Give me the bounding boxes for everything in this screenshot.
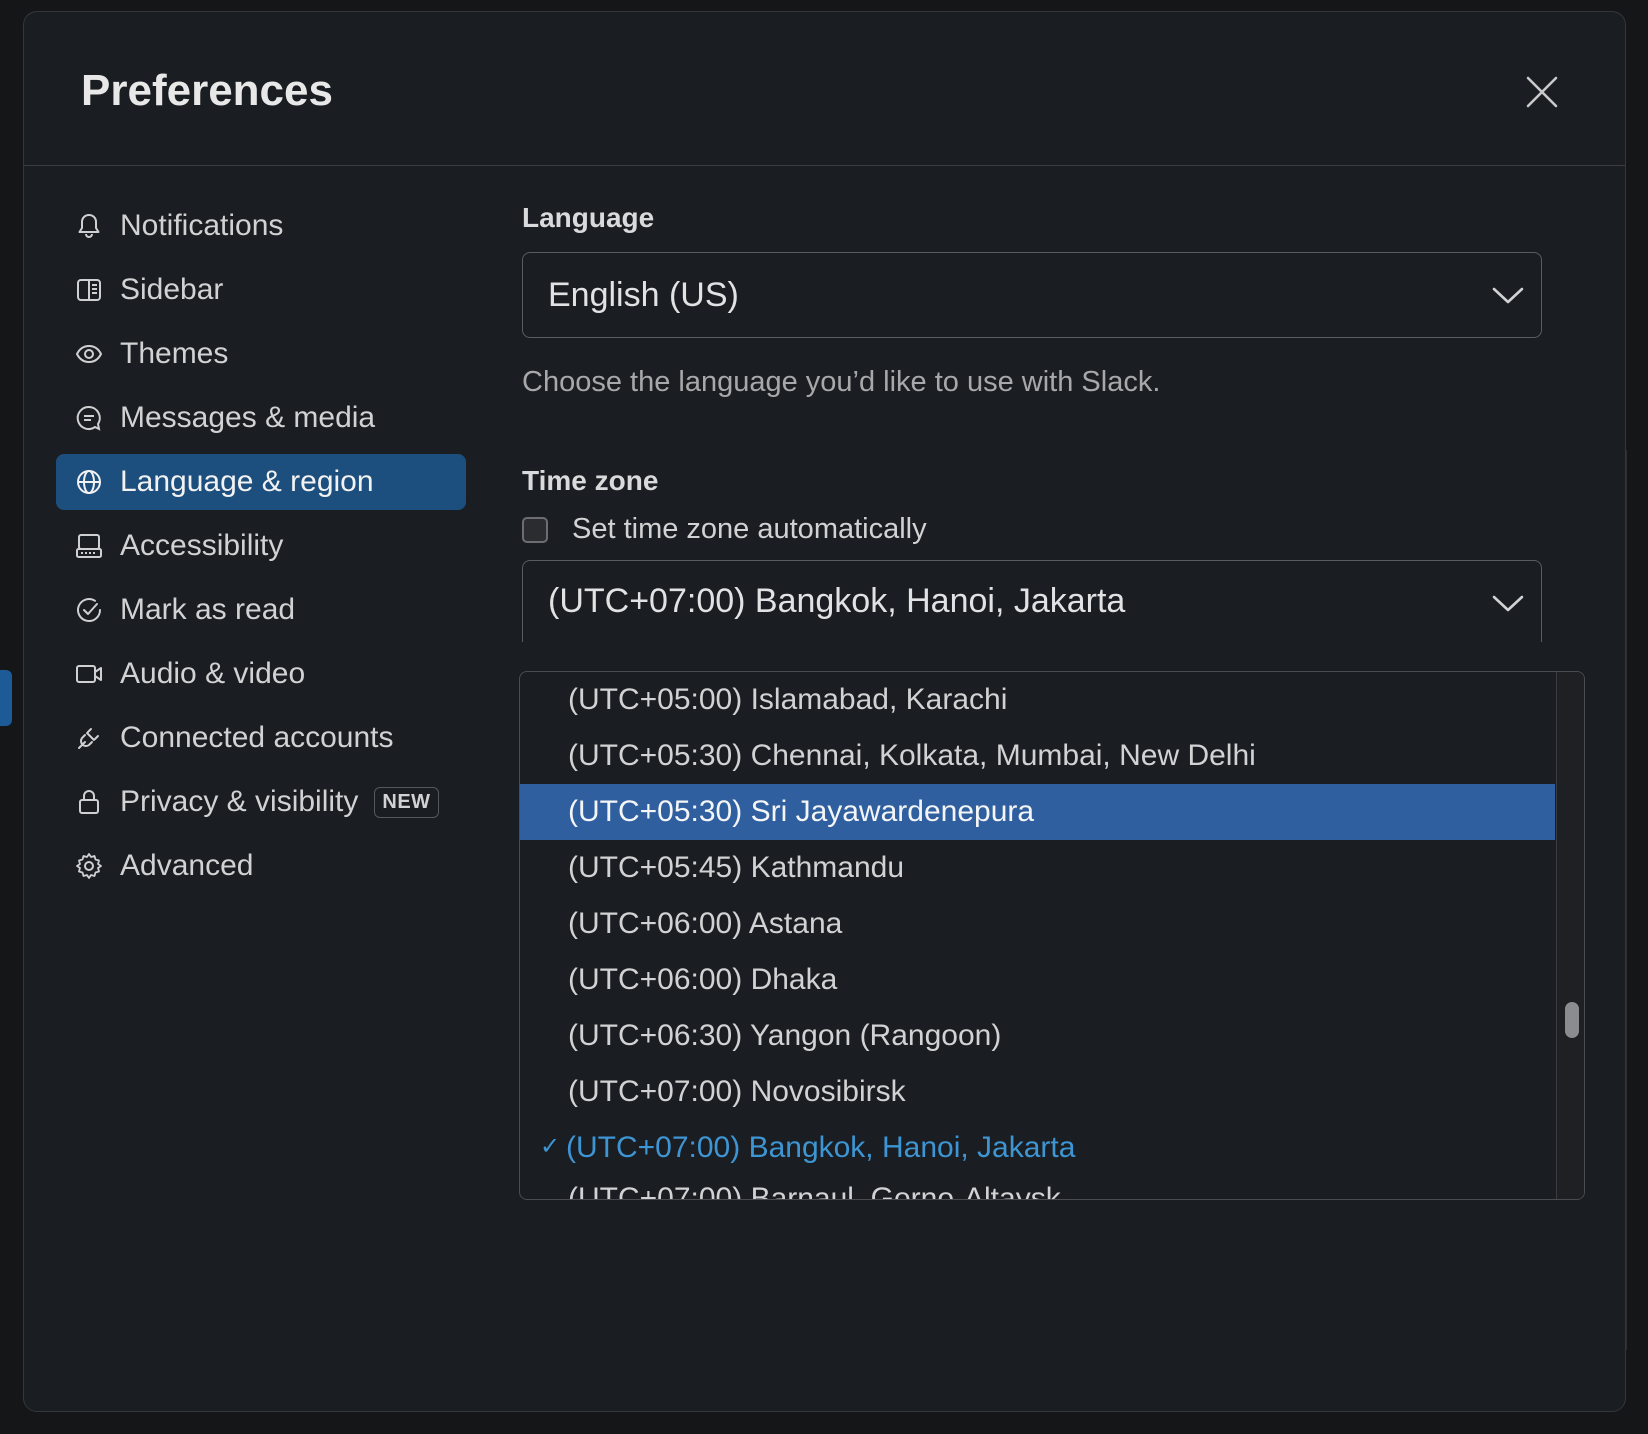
globe-icon (74, 467, 104, 497)
nav-item-advanced[interactable]: Advanced (56, 838, 466, 894)
timezone-option[interactable]: (UTC+06:00) Dhaka (520, 952, 1555, 1008)
auto-timezone-checkbox[interactable] (522, 516, 548, 543)
sidebar-icon (74, 275, 104, 305)
modal-header: Preferences (24, 12, 1625, 166)
auto-timezone-label: Set time zone automatically (572, 513, 927, 545)
checkmark-icon: ✓ (540, 1133, 561, 1160)
chevron-down-icon (1492, 287, 1524, 304)
chevron-down-icon (1492, 595, 1524, 612)
nav-label: Accessibility (120, 529, 284, 562)
language-label: Language (522, 202, 655, 233)
timezone-option[interactable]: (UTC+05:45) Kathmandu (520, 840, 1555, 896)
nav-item-language-region[interactable]: Language & region (56, 454, 466, 510)
timezone-option[interactable]: (UTC+05:00) Islamabad, Karachi (520, 672, 1555, 728)
timezone-label: Time zone (522, 465, 659, 496)
timezone-option-label: (UTC+07:00) Bangkok, Hanoi, Jakarta (566, 1131, 1076, 1164)
nav-label: Advanced (120, 849, 254, 882)
timezone-select[interactable]: (UTC+07:00) Bangkok, Hanoi, Jakarta (522, 560, 1542, 642)
nav-item-accessibility[interactable]: Accessibility (56, 518, 466, 574)
timezone-option[interactable]: (UTC+06:30) Yangon (Rangoon) (520, 1008, 1555, 1064)
language-value: English (US) (548, 275, 739, 314)
nav-item-connected-accounts[interactable]: Connected accounts (56, 710, 466, 766)
nav-item-privacy-visibility[interactable]: Privacy & visibility NEW (56, 774, 466, 830)
nav-item-notifications[interactable]: Notifications (56, 198, 466, 254)
timezone-option[interactable]: (UTC+06:00) Astana (520, 896, 1555, 952)
check-circle-icon (74, 595, 104, 625)
background-active-indicator (0, 670, 12, 726)
preferences-nav: Notifications Sidebar Themes Messages & … (56, 198, 466, 902)
background-panel-edge (1626, 450, 1648, 1350)
nav-item-mark-as-read[interactable]: Mark as read (56, 582, 466, 638)
nav-label: Language & region (120, 465, 374, 498)
nav-item-sidebar[interactable]: Sidebar (56, 262, 466, 318)
plug-icon (74, 723, 104, 753)
bell-icon (74, 211, 104, 241)
nav-item-themes[interactable]: Themes (56, 326, 466, 382)
nav-label: Themes (120, 337, 229, 370)
timezone-dropdown-list[interactable]: (UTC+05:00) Islamabad, Karachi (UTC+05:3… (519, 671, 1585, 1200)
video-icon (74, 659, 104, 689)
close-button[interactable] (1522, 72, 1562, 112)
language-select[interactable]: English (US) (522, 252, 1542, 338)
scroll-thumb[interactable] (1565, 1002, 1579, 1038)
message-icon (74, 403, 104, 433)
nav-label: Connected accounts (120, 721, 394, 754)
nav-label: Messages & media (120, 401, 376, 434)
nav-label: Audio & video (120, 657, 306, 690)
timezone-option-selected[interactable]: ✓ (UTC+07:00) Bangkok, Hanoi, Jakarta (520, 1120, 1555, 1176)
nav-label: Mark as read (120, 593, 296, 626)
nav-label: Sidebar (120, 273, 224, 306)
nav-item-audio-video[interactable]: Audio & video (56, 646, 466, 702)
gear-icon (74, 851, 104, 881)
timezone-option[interactable]: (UTC+07:00) Barnaul, Gorno-Altaysk (520, 1176, 1555, 1199)
keyboard-icon (74, 531, 104, 561)
timezone-value: (UTC+07:00) Bangkok, Hanoi, Jakarta (548, 582, 1126, 620)
timezone-option[interactable]: (UTC+05:30) Chennai, Kolkata, Mumbai, Ne… (520, 728, 1555, 784)
language-region-panel: Language English (US) Choose the languag… (522, 202, 1542, 642)
lock-icon (74, 787, 104, 817)
timezone-option-hovered[interactable]: (UTC+05:30) Sri Jayawardenepura (520, 784, 1555, 840)
nav-label: Notifications (120, 209, 284, 242)
close-icon (1526, 76, 1558, 108)
preferences-modal: Preferences Notifications Sidebar Themes (23, 11, 1626, 1412)
modal-title: Preferences (81, 66, 333, 115)
nav-label: Privacy & visibility (120, 785, 359, 818)
timezone-option[interactable]: (UTC+07:00) Novosibirsk (520, 1064, 1555, 1120)
language-help-text: Choose the language you’d like to use wi… (522, 366, 1161, 398)
dropdown-scrollbar[interactable] (1556, 672, 1584, 1199)
nav-item-messages-media[interactable]: Messages & media (56, 390, 466, 446)
eye-icon (74, 339, 104, 369)
auto-timezone-row: Set time zone automatically (522, 513, 1542, 546)
new-badge: NEW (374, 786, 439, 818)
